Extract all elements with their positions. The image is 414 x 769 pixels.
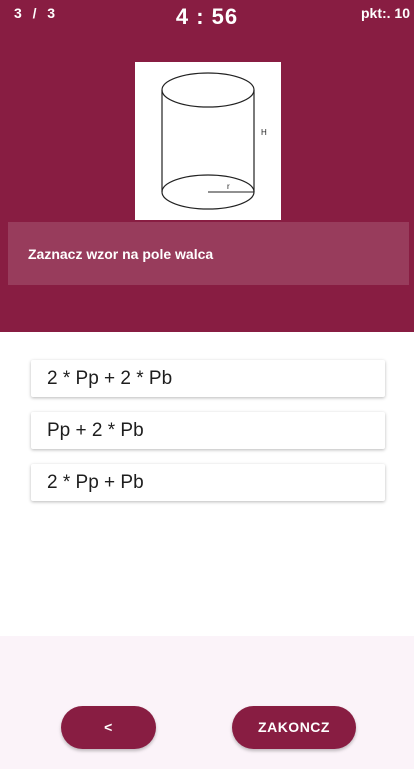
back-button[interactable]: < <box>61 706 156 749</box>
answer-option-1[interactable]: 2 * Pp + 2 * Pb <box>31 360 385 397</box>
question-box: Zaznacz wzor na pole walca <box>8 222 409 285</box>
answer-option-3[interactable]: 2 * Pp + Pb <box>31 464 385 501</box>
cylinder-drawing: H r <box>161 72 267 210</box>
finish-button[interactable]: ZAKONCZ <box>232 706 356 749</box>
radius-label: r <box>227 182 230 191</box>
cylinder-image: H r <box>135 62 281 220</box>
height-label: H <box>261 128 267 137</box>
quiz-screen: 3 / 3 4 : 56 pkt:. 10 H r Zaznacz wzor n… <box>0 0 414 769</box>
question-text: Zaznacz wzor na pole walca <box>28 246 214 262</box>
bottom-navigation-area <box>0 636 414 769</box>
question-header: 3 / 3 4 : 56 pkt:. 10 H r Zaznacz wzor n… <box>0 0 414 332</box>
points-display: pkt:. 10 <box>360 5 410 21</box>
countdown-timer: 4 : 56 <box>175 4 239 29</box>
answer-option-2[interactable]: Pp + 2 * Pb <box>31 412 385 449</box>
